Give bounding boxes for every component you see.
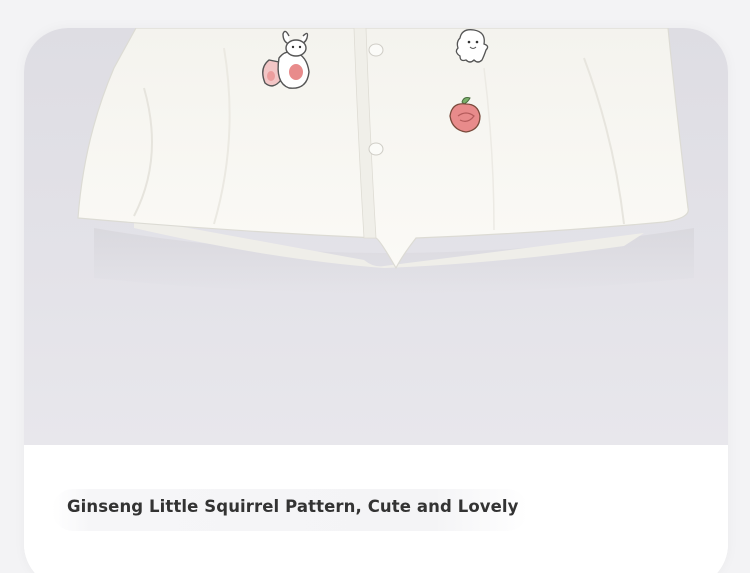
- product-detail-page: Ginseng Little Squirrel Pattern, Cute an…: [0, 0, 750, 573]
- peach-icon: [449, 97, 481, 133]
- product-feature-caption: Ginseng Little Squirrel Pattern, Cute an…: [67, 497, 519, 516]
- ghost-icon: [455, 29, 489, 63]
- caption-section: Ginseng Little Squirrel Pattern, Cute an…: [24, 445, 728, 573]
- product-photo: [24, 28, 728, 445]
- squirrel-icon: [262, 30, 310, 89]
- product-card: Ginseng Little Squirrel Pattern, Cute an…: [24, 28, 728, 573]
